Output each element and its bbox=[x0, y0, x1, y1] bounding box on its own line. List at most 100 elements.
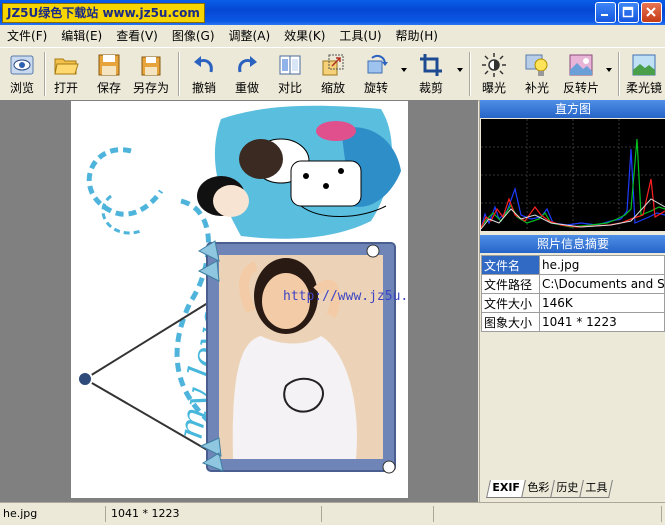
title-bar: JZ5U绿色下载站 www.jz5u.com bbox=[0, 0, 665, 25]
info-value: 146K bbox=[539, 293, 665, 313]
browse-button[interactable]: 浏览 bbox=[4, 50, 40, 98]
rotate-button[interactable]: 旋转 bbox=[358, 50, 394, 98]
floppy-save-as-icon bbox=[141, 56, 161, 76]
soft-focus-landscape-icon bbox=[632, 54, 656, 76]
open-button[interactable]: 打开 bbox=[48, 50, 84, 98]
menu-edit[interactable]: 编辑(E) bbox=[54, 25, 109, 47]
compare-button[interactable]: 对比 bbox=[272, 50, 308, 98]
menu-tools-label: 工具 bbox=[339, 29, 364, 43]
histogram-chart bbox=[480, 119, 665, 231]
exposure-button[interactable]: 曝光 bbox=[476, 50, 512, 98]
undo-button[interactable]: 撤销 bbox=[186, 50, 222, 98]
soft-focus-label: 柔光镜 bbox=[625, 81, 662, 95]
tab-color[interactable]: 色彩 bbox=[520, 480, 555, 498]
menu-tools-key: (U) bbox=[363, 29, 382, 43]
menu-file[interactable]: 文件(F) bbox=[0, 25, 54, 47]
status-cell-3 bbox=[324, 506, 434, 522]
menu-image[interactable]: 图像(G) bbox=[165, 25, 222, 47]
menu-adjust-key: (A) bbox=[252, 29, 271, 43]
crop-dropdown-arrow[interactable] bbox=[457, 68, 463, 72]
histogram-header: 直方图 bbox=[480, 100, 665, 118]
menu-help[interactable]: 帮助(H) bbox=[389, 25, 445, 47]
info-row-filesize[interactable]: 文件大小 146K bbox=[481, 293, 665, 313]
fill-light-label: 补光 bbox=[524, 81, 549, 95]
info-value: C:\Documents and Settin bbox=[539, 274, 665, 294]
tab-exif-label: EXIF bbox=[492, 481, 520, 494]
info-key: 文件名 bbox=[481, 255, 540, 275]
menu-effects-key: (K) bbox=[308, 29, 326, 43]
menu-image-label: 图像 bbox=[171, 29, 196, 43]
invert-label: 反转片 bbox=[562, 81, 599, 95]
site-logo: JZ5U绿色下载站 www.jz5u.com bbox=[2, 3, 205, 23]
undo-arrow-icon bbox=[194, 56, 213, 73]
lightbulb-icon bbox=[525, 54, 548, 76]
save-button[interactable]: 保存 bbox=[91, 50, 127, 98]
info-row-filename[interactable]: 文件名 he.jpg bbox=[481, 255, 665, 275]
info-value: he.jpg bbox=[539, 255, 665, 275]
menu-adjust-label: 调整 bbox=[228, 29, 253, 43]
photo-info-header: 照片信息摘要 bbox=[480, 235, 665, 253]
folder-open-icon bbox=[54, 58, 79, 75]
undo-label: 撤销 bbox=[191, 81, 216, 95]
status-dimensions: 1041 * 1223 bbox=[108, 506, 322, 522]
watermark-text: http://www.jz5u.com bbox=[283, 289, 408, 304]
compare-icon bbox=[279, 55, 301, 75]
crop-button[interactable]: 裁剪 bbox=[413, 50, 449, 98]
menu-effects-label: 效果 bbox=[284, 29, 309, 43]
side-panel: 直方图 照片信息摘要 文件名 he.jpg 文件路径 C:\Documents … bbox=[479, 100, 665, 502]
photo-info-section: 照片信息摘要 bbox=[480, 235, 665, 253]
menu-tools[interactable]: 工具(U) bbox=[332, 25, 388, 47]
save-as-button[interactable]: 另存为 bbox=[131, 50, 171, 98]
fill-light-button[interactable]: 补光 bbox=[519, 50, 555, 98]
info-key: 图象大小 bbox=[481, 312, 540, 332]
menu-edit-key: (E) bbox=[85, 29, 103, 43]
redo-button[interactable]: 重做 bbox=[229, 50, 265, 98]
menu-view[interactable]: 查看(V) bbox=[109, 25, 165, 47]
menu-view-label: 查看 bbox=[116, 29, 141, 43]
crop-label: 裁剪 bbox=[418, 81, 443, 95]
menu-effects[interactable]: 效果(K) bbox=[277, 25, 332, 47]
menu-bar: 文件(F) 编辑(E) 查看(V) 图像(G) 调整(A) 效果(K) 工具(U… bbox=[0, 25, 665, 47]
invert-dropdown-arrow[interactable] bbox=[606, 68, 612, 72]
rotate-dropdown-arrow[interactable] bbox=[401, 68, 407, 72]
tab-history[interactable]: 历史 bbox=[549, 480, 584, 498]
open-label: 打开 bbox=[53, 81, 78, 95]
close-button[interactable] bbox=[641, 2, 662, 23]
info-row-imagesize[interactable]: 图象大小 1041 * 1223 bbox=[481, 312, 665, 332]
invert-button[interactable]: 反转片 bbox=[559, 50, 603, 98]
info-row-filepath[interactable]: 文件路径 C:\Documents and Settin bbox=[481, 274, 665, 294]
maximize-icon bbox=[622, 6, 634, 18]
floppy-save-icon bbox=[98, 54, 120, 76]
tab-exif[interactable]: EXIF bbox=[486, 480, 526, 498]
image-canvas[interactable]: my love http://www.jz5u.com bbox=[71, 101, 408, 498]
menu-help-label: 帮助 bbox=[395, 29, 420, 43]
exposure-label: 曝光 bbox=[481, 81, 506, 95]
menu-file-label: 文件 bbox=[7, 29, 32, 43]
status-bar: he.jpg 1041 * 1223 bbox=[0, 502, 665, 525]
rotate-icon bbox=[367, 54, 388, 74]
tab-history-label: 历史 bbox=[555, 481, 578, 494]
histogram-graph bbox=[480, 119, 665, 231]
menu-edit-label: 编辑 bbox=[61, 29, 86, 43]
redo-arrow-icon bbox=[238, 56, 257, 73]
info-key: 文件大小 bbox=[481, 293, 540, 313]
info-value: 1041 * 1223 bbox=[539, 312, 665, 332]
zoom-button[interactable]: 缩放 bbox=[315, 50, 351, 98]
menu-file-key: (F) bbox=[31, 29, 48, 43]
maximize-button[interactable] bbox=[618, 2, 639, 23]
tab-tools[interactable]: 工具 bbox=[578, 480, 613, 498]
save-label: 保存 bbox=[96, 81, 121, 95]
soft-focus-button[interactable]: 柔光镜 bbox=[624, 50, 664, 98]
menu-view-key: (V) bbox=[140, 29, 158, 43]
resize-icon bbox=[322, 54, 344, 76]
minimize-icon bbox=[601, 14, 608, 16]
minimize-button[interactable] bbox=[595, 2, 616, 23]
window-controls bbox=[595, 2, 662, 23]
browse-label: 浏览 bbox=[9, 81, 34, 95]
zoom-label: 缩放 bbox=[320, 81, 345, 95]
image-workspace[interactable]: my love http://www.jz5u.com bbox=[0, 100, 478, 502]
status-cell-4 bbox=[436, 506, 662, 522]
compare-label: 对比 bbox=[277, 81, 302, 95]
save-as-label: 另存为 bbox=[132, 81, 169, 95]
menu-adjust[interactable]: 调整(A) bbox=[222, 25, 278, 47]
